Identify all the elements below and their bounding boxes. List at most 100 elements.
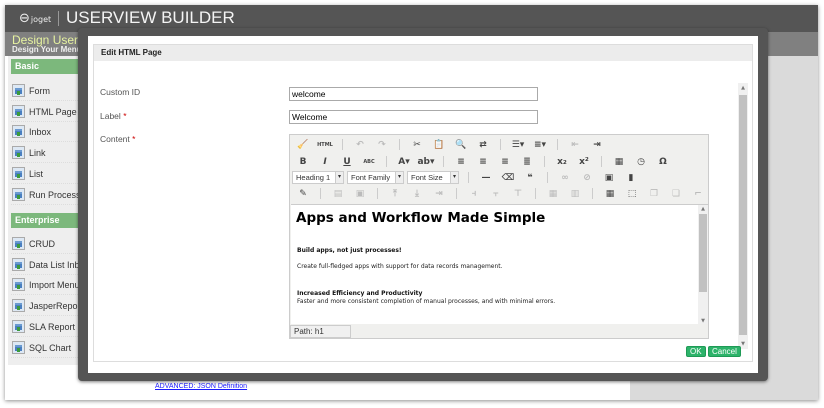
media-icon[interactable]: ▮ xyxy=(620,173,642,183)
html-source-icon[interactable]: HTML xyxy=(314,142,336,148)
custom-id-label: Custom ID xyxy=(100,87,141,97)
align-right-icon[interactable]: ≡ xyxy=(494,157,516,167)
palette-item-label: SQL Chart xyxy=(29,342,72,353)
toolbar-separator xyxy=(601,156,602,167)
toolbar-row: ✎ ▤ ▣ ⤒ ⤓ ⇥ ⫞ ⫟ ⊤ ▦ ▥ ▦ ⬚ ❐ ❏ ⌐ xyxy=(292,186,709,201)
content-heading: Apps and Workflow Made Simple xyxy=(296,210,546,226)
text-color-icon[interactable]: A▾ xyxy=(393,157,415,167)
special-char-icon[interactable]: Ω xyxy=(652,157,674,167)
palette-item-label: Run Process xyxy=(29,189,81,200)
eraser-icon[interactable]: ⌫ xyxy=(497,173,519,183)
dialog-scroll-thumb[interactable] xyxy=(739,95,747,335)
delete-col-icon[interactable]: ⊤ xyxy=(507,189,529,199)
content-p2-title: Increased Efficiency and Productivity xyxy=(297,290,423,297)
merge-cells-icon[interactable]: ▥ xyxy=(564,189,586,199)
toolbar-separator xyxy=(557,139,558,150)
editor-scroll-thumb[interactable] xyxy=(699,214,707,292)
undo-icon[interactable]: ↶ xyxy=(349,140,371,150)
scroll-up-icon[interactable]: ▲ xyxy=(698,206,708,212)
align-center-icon[interactable]: ≡ xyxy=(472,157,494,167)
element-icon xyxy=(12,84,25,97)
toolbar-row: Heading 1Font FamilyFont Size —⌫❝ ∞⊘▣▮ xyxy=(292,170,642,185)
toolbar-separator xyxy=(342,139,343,150)
indent-icon[interactable]: ⇥ xyxy=(586,140,608,150)
ok-button[interactable]: OK xyxy=(686,346,706,357)
toolbar-row: 🧹 HTML ↶ ↷ ✂ 📋 🔍 ⇄ ☰▾ ≡▾ ⇤ ⇥ xyxy=(292,137,608,152)
content-p2-text: Faster and more consistent completion of… xyxy=(297,298,556,305)
insert-date-icon[interactable]: ▦ xyxy=(608,157,630,167)
toolbar-separator xyxy=(500,139,501,150)
cell-props-icon[interactable]: ▣ xyxy=(349,189,371,199)
paste-icon[interactable]: 📋 xyxy=(428,140,450,150)
absolute-icon[interactable]: ⌐ xyxy=(687,189,709,199)
label-label: Label * xyxy=(100,111,127,121)
delete-row-icon[interactable]: ⇥ xyxy=(428,189,450,199)
cut-icon[interactable]: ✂ xyxy=(406,140,428,150)
element-icon xyxy=(12,340,25,354)
numbered-list-icon[interactable]: ≡▾ xyxy=(529,140,551,150)
align-left-icon[interactable]: ≡ xyxy=(450,157,472,167)
insert-col-before-icon[interactable]: ⫞ xyxy=(463,189,485,199)
link-icon[interactable]: ∞ xyxy=(554,173,576,183)
content-p1-title: Build apps, not just processes! xyxy=(297,247,402,254)
font-size-select[interactable]: Font Size xyxy=(407,171,459,184)
dialog-title: Edit HTML Page xyxy=(94,45,752,61)
header-divider xyxy=(58,11,59,26)
redo-icon[interactable]: ↷ xyxy=(371,140,393,150)
highlight-color-icon[interactable]: ab▾ xyxy=(415,157,437,167)
font-family-select[interactable]: Font Family xyxy=(347,171,404,184)
image-icon[interactable]: ▣ xyxy=(598,173,620,183)
edit-css-icon[interactable]: ✎ xyxy=(292,189,314,199)
bullet-list-icon[interactable]: ☰▾ xyxy=(507,140,529,150)
toolbar-separator xyxy=(456,188,457,199)
scroll-up-icon[interactable]: ▲ xyxy=(738,85,748,91)
horizontal-rule-icon[interactable]: — xyxy=(475,173,497,183)
cleanup-icon[interactable]: 🧹 xyxy=(292,140,314,150)
palette-item-label: CRUD xyxy=(29,239,55,249)
toolbar-separator xyxy=(544,156,545,167)
bold-icon[interactable]: B xyxy=(292,157,314,167)
blockquote-icon[interactable]: ❝ xyxy=(519,173,541,183)
scroll-down-icon[interactable]: ▼ xyxy=(698,318,708,324)
underline-icon[interactable]: U xyxy=(336,157,358,167)
element-icon xyxy=(12,299,25,313)
split-cells-icon[interactable]: ▦ xyxy=(542,189,564,199)
editor-content-area[interactable]: Apps and Workflow Made Simple Build apps… xyxy=(291,204,708,324)
modal-body: Edit HTML Page Custom ID welcome Label *… xyxy=(88,36,758,373)
toolbar-separator xyxy=(377,188,378,199)
layer-icon[interactable]: ❐ xyxy=(643,189,665,199)
element-icon xyxy=(12,104,25,118)
insert-time-icon[interactable]: ◷ xyxy=(630,157,652,167)
custom-id-input[interactable]: welcome xyxy=(289,87,538,101)
modal-overlay: Edit HTML Page Custom ID welcome Label *… xyxy=(78,28,768,381)
superscript-icon[interactable]: x² xyxy=(573,157,595,167)
joget-logo: ⊖joget xyxy=(19,11,52,26)
insert-row-after-icon[interactable]: ⤓ xyxy=(406,189,428,199)
element-icon xyxy=(12,319,25,333)
editor-path: Path: h1 xyxy=(290,325,351,338)
strikethrough-icon[interactable]: ABC xyxy=(358,159,380,165)
label-input[interactable]: Welcome xyxy=(289,110,538,124)
element-icon xyxy=(12,237,25,250)
row-props-icon[interactable]: ▤ xyxy=(327,189,349,199)
replace-icon[interactable]: ⇄ xyxy=(472,140,494,150)
dialog-scrollbar[interactable]: ▲ ▼ xyxy=(738,83,748,349)
editor-scrollbar[interactable]: ▲ ▼ xyxy=(698,205,708,324)
align-justify-icon[interactable]: ≣ xyxy=(516,157,538,167)
unlink-icon[interactable]: ⊘ xyxy=(576,173,598,183)
cancel-button[interactable]: Cancel xyxy=(708,346,741,357)
table-icon[interactable]: ▦ xyxy=(599,189,621,199)
palette-item-label: HTML Page xyxy=(29,106,77,117)
insert-row-before-icon[interactable]: ⤒ xyxy=(384,189,406,199)
element-icon xyxy=(12,278,25,292)
advanced-json-link[interactable]: ADVANCED: JSON Definition xyxy=(155,383,247,390)
app-title: USERVIEW BUILDER xyxy=(66,8,235,27)
visual-aid-icon[interactable]: ⬚ xyxy=(621,189,643,199)
subscript-icon[interactable]: x₂ xyxy=(551,157,573,167)
outdent-icon[interactable]: ⇤ xyxy=(564,140,586,150)
layer-move-icon[interactable]: ❏ xyxy=(665,189,687,199)
insert-col-after-icon[interactable]: ⫟ xyxy=(485,189,507,199)
italic-icon[interactable]: I xyxy=(314,157,336,167)
find-icon[interactable]: 🔍 xyxy=(450,140,472,150)
heading-select[interactable]: Heading 1 xyxy=(292,171,344,184)
